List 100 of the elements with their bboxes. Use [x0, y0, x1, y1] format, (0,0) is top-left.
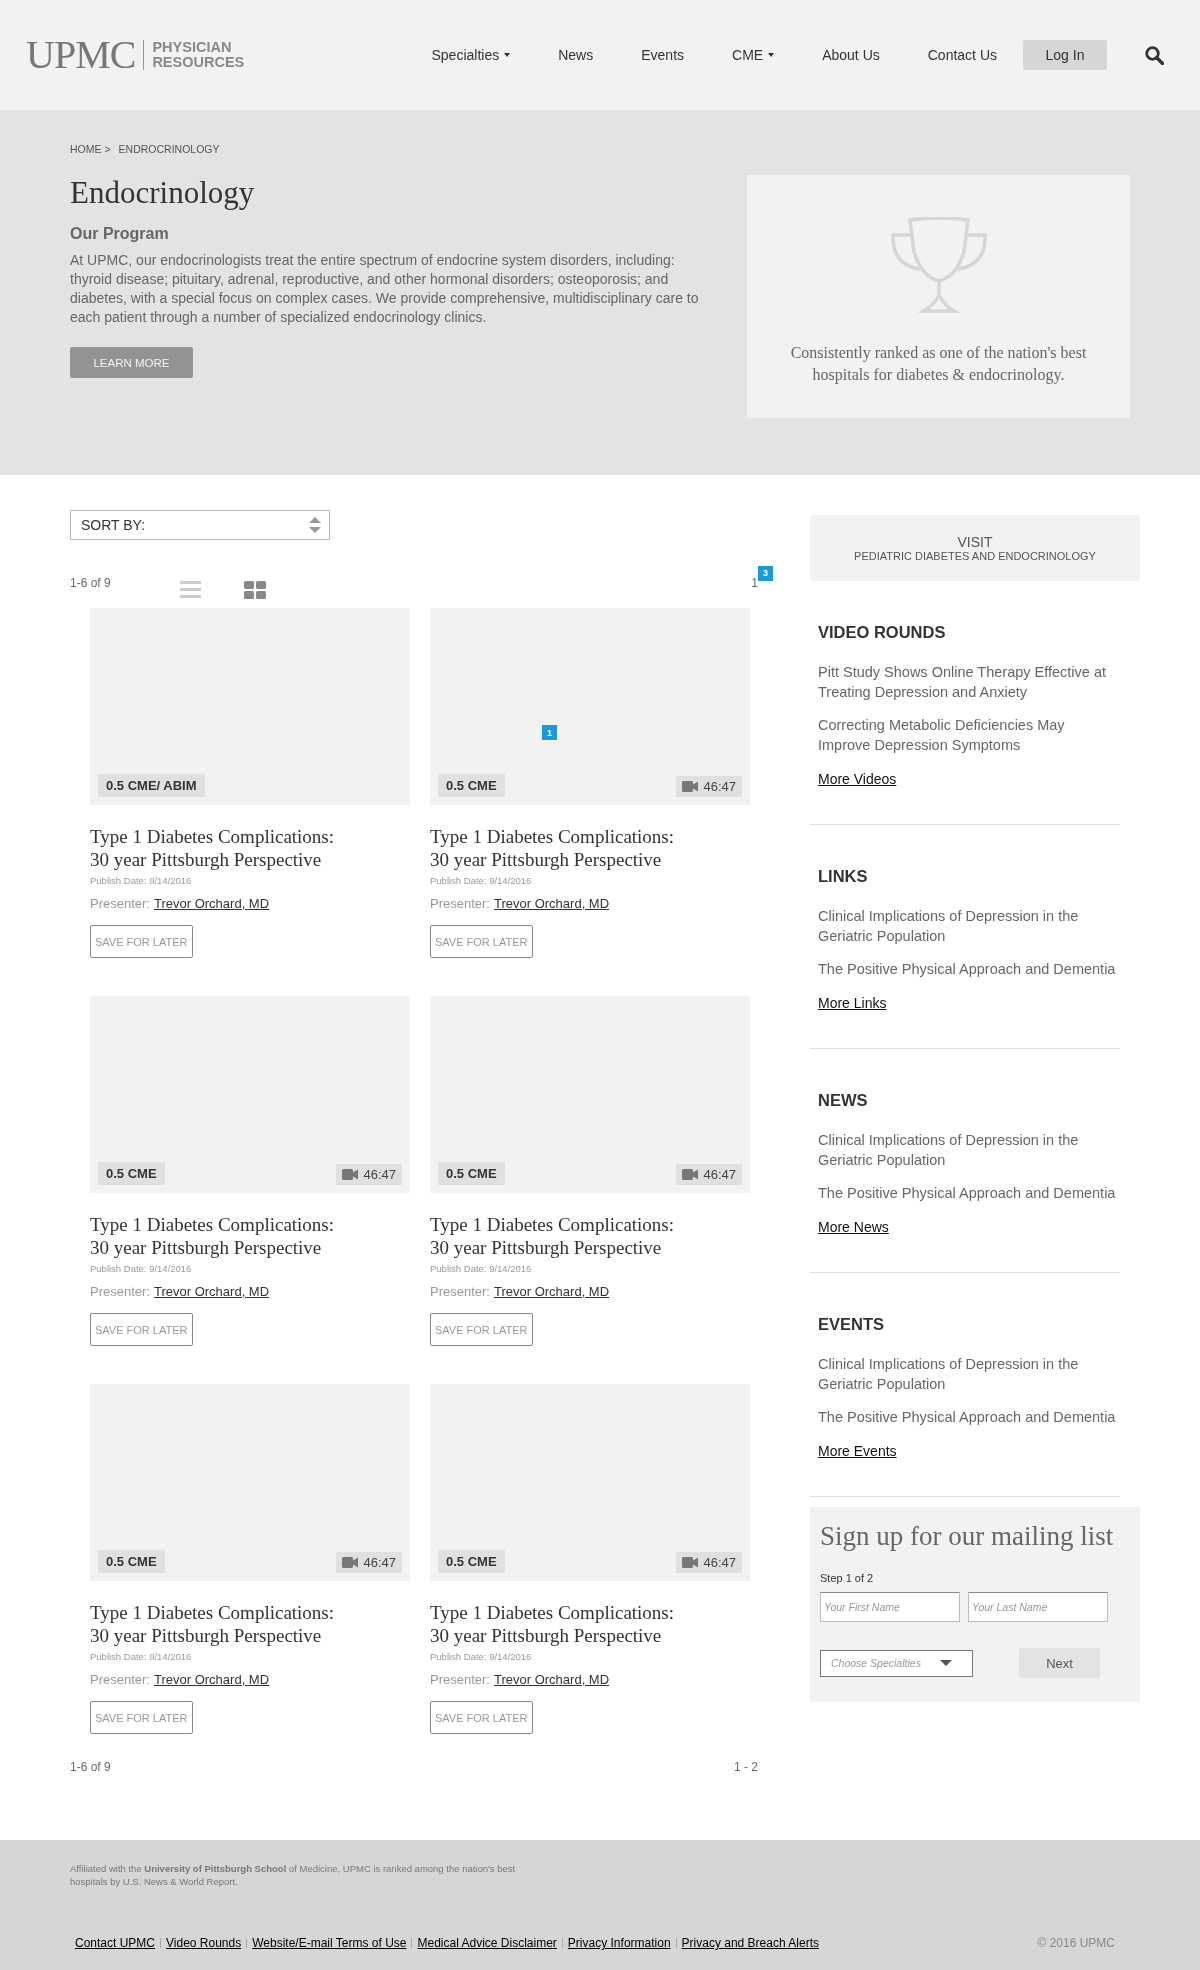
login-button[interactable]: Log In: [1023, 40, 1107, 70]
visit-button[interactable]: VISIT PEDIATRIC DIABETES AND ENDOCRINOLOGY: [810, 515, 1140, 581]
presenter-link[interactable]: Trevor Orchard, MD: [494, 896, 610, 911]
cme-badge: 0.5 CME: [438, 1550, 505, 1573]
section-heading: LINKS: [818, 867, 869, 886]
article-link[interactable]: The Positive Physical Approach and Dementia: [818, 959, 1118, 979]
presenter-link[interactable]: Trevor Orchard, MD: [154, 1672, 270, 1687]
nav-link[interactable]: CME: [708, 47, 799, 63]
first-name-field[interactable]: Your First Name: [820, 1592, 960, 1622]
video-camera-icon: [682, 1169, 699, 1180]
article-link[interactable]: Correcting Metabolic Deficiencies May Improve Depression Symptoms: [818, 715, 1118, 755]
article-link[interactable]: Clinical Implications of Depression in the Geriatric Population: [818, 1354, 1118, 1394]
video-thumbnail[interactable]: 0.5 CME 46:47: [430, 996, 750, 1193]
nav-link[interactable]: Specialties: [407, 47, 535, 63]
video-camera-icon: [682, 1557, 699, 1568]
video-thumbnail[interactable]: 0.5 CME 46:47: [90, 996, 410, 1193]
duration-text: 46:47: [363, 1555, 396, 1570]
sort-arrows-icon: [309, 517, 321, 533]
video-title[interactable]: Type 1 Diabetes Complications: 30 year Pittsburgh Perspective: [430, 1601, 688, 1647]
program-description: At UPMC, our endocrinologists treat the entire spectrum of endocrine system disorders, including: thyroid disease; pituitary, adrenal, reproductive, and other hormonal disorders; osteoporosis; and diabetes, with a special focus on complex cases. We provide comprehensive, multidisciplinary care to each patient through a number of specialized endocrinology clinics.: [70, 251, 700, 327]
sort-dropdown[interactable]: SORT BY:: [70, 510, 330, 540]
page-title: Endocrinology: [70, 175, 256, 211]
step-label: Step 1 of 2: [820, 1572, 875, 1584]
cme-badge: 0.5 CME: [438, 774, 505, 797]
copyright: © 2016 UPMC: [1037, 1936, 1115, 1950]
presenter-label: Presenter:: [90, 1284, 150, 1299]
article-link[interactable]: Clinical Implications of Depression in the Geriatric Population: [818, 906, 1118, 946]
duration-text: 46:47: [363, 1167, 396, 1182]
video-title[interactable]: Type 1 Diabetes Complications: 30 year Pittsburgh Perspective: [90, 1601, 348, 1647]
video-title[interactable]: Type 1 Diabetes Complications: 30 year Pittsburgh Perspective: [90, 825, 348, 871]
caret-icon: [940, 1660, 952, 1666]
pagination[interactable]: 1: [751, 576, 758, 590]
annotation-marker: 3: [758, 565, 773, 581]
video-camera-icon: [682, 781, 699, 792]
breadcrumb-link[interactable]: HOME >: [70, 143, 111, 155]
footer-link[interactable]: Medical Advice Disclaimer: [411, 1938, 562, 1948]
video-title[interactable]: Type 1 Diabetes Complications: 30 year Pittsburgh Perspective: [430, 1213, 688, 1259]
publish-date: Publish Date: 9/14/2016: [90, 1263, 192, 1274]
nav-link[interactable]: About Us: [798, 47, 904, 63]
award-text: Consistently ranked as one of the nation's best hospitals for diabetes & endocrinology.: [789, 343, 1088, 386]
article-link[interactable]: The Positive Physical Approach and Dementia: [818, 1407, 1118, 1427]
last-name-field[interactable]: Your Last Name: [968, 1592, 1108, 1622]
grid-view-icon[interactable]: [244, 581, 266, 599]
section-heading: VIDEO ROUNDS: [818, 623, 947, 642]
publish-date: Publish Date: 9/14/2016: [90, 1651, 192, 1662]
trophy-icon: [889, 217, 988, 314]
video-camera-icon: [342, 1169, 359, 1180]
video-thumbnail[interactable]: 0.5 CME 46:47: [430, 1384, 750, 1581]
presenter-link[interactable]: Trevor Orchard, MD: [494, 1284, 610, 1299]
footer-link[interactable]: Website/E-mail Terms of Use: [246, 1938, 412, 1948]
section-heading: EVENTS: [818, 1315, 886, 1334]
nav-link[interactable]: News: [534, 47, 618, 63]
search-icon[interactable]: [1145, 45, 1164, 65]
more-link[interactable]: More News: [818, 1219, 889, 1235]
cme-badge: 0.5 CME: [98, 1162, 165, 1185]
duration-text: 46:47: [703, 779, 736, 794]
publish-date: Publish Date: 9/14/2016: [430, 1263, 532, 1274]
cme-badge: 0.5 CME/ ABIM: [98, 774, 205, 797]
article-link[interactable]: Clinical Implications of Depression in the Geriatric Population: [818, 1130, 1118, 1170]
caret-icon: [504, 53, 511, 57]
more-link[interactable]: More Videos: [818, 771, 897, 787]
next-button[interactable]: Next: [1019, 1648, 1100, 1678]
video-thumbnail[interactable]: 0.5 CME/ ABIM: [90, 608, 410, 805]
more-link[interactable]: More Links: [818, 995, 887, 1011]
duration-text: 46:47: [703, 1167, 736, 1182]
result-count: 1-6 of 9: [70, 576, 112, 590]
presenter-label: Presenter:: [430, 896, 490, 911]
presenter-link[interactable]: Trevor Orchard, MD: [154, 1284, 270, 1299]
presenter-label: Presenter:: [430, 1284, 490, 1299]
section-heading: NEWS: [818, 1091, 869, 1110]
video-title[interactable]: Type 1 Diabetes Complications: 30 year Pittsburgh Perspective: [430, 825, 688, 871]
article-link[interactable]: The Positive Physical Approach and Dementia: [818, 1183, 1118, 1203]
publish-date: Publish Date: 9/14/2016: [430, 875, 532, 886]
result-count: 1-6 of 9: [70, 1760, 111, 1774]
article-link[interactable]: Pitt Study Shows Online Therapy Effective at Treating Depression and Anxiety: [818, 662, 1118, 702]
presenter-label: Presenter:: [430, 1672, 490, 1687]
nav-link[interactable]: Events: [617, 47, 709, 63]
presenter-link[interactable]: Trevor Orchard, MD: [154, 896, 270, 911]
annotation-marker: 1: [542, 725, 557, 740]
pagination[interactable]: 1 - 2: [734, 1760, 758, 1774]
video-title[interactable]: Type 1 Diabetes Complications: 30 year Pittsburgh Perspective: [90, 1213, 348, 1259]
more-link[interactable]: More Events: [818, 1443, 897, 1459]
video-thumbnail[interactable]: 0.5 CME 46:47: [90, 1384, 410, 1581]
publish-date: Publish Date: 9/14/2016: [90, 875, 192, 886]
breadcrumb-link[interactable]: ENDROCRINOLOGY: [118, 143, 220, 155]
video-camera-icon: [342, 1557, 359, 1568]
cme-badge: 0.5 CME: [438, 1162, 505, 1185]
caret-icon: [768, 53, 775, 57]
logo[interactable]: UPMC PHYSICIAN RESOURCES: [26, 40, 245, 70]
duration-text: 46:47: [703, 1555, 736, 1570]
footer-link[interactable]: Video Rounds: [160, 1938, 247, 1948]
nav-link[interactable]: Contact Us: [903, 47, 1021, 63]
footer-link[interactable]: Contact UPMC: [70, 1938, 161, 1948]
publish-date: Publish Date: 9/14/2016: [430, 1651, 532, 1662]
presenter-label: Presenter:: [90, 1672, 150, 1687]
footer-link[interactable]: Privacy Information: [561, 1938, 676, 1948]
mailing-title: Sign up for our mailing list: [820, 1521, 1115, 1552]
footer-link[interactable]: Privacy and Breach Alerts: [675, 1938, 824, 1948]
cme-badge: 0.5 CME: [98, 1550, 165, 1573]
presenter-link[interactable]: Trevor Orchard, MD: [494, 1672, 610, 1687]
